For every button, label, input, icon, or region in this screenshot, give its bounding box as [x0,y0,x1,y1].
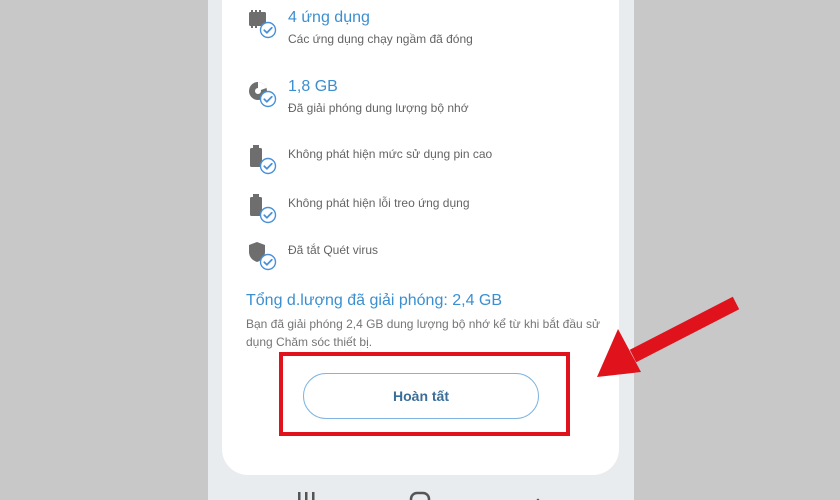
storage-pie-check-icon [249,81,277,108]
battery-check-icon [250,194,277,224]
summary-section: Tổng d.lượng đã giải phóng: 2,4 GB Bạn đ… [246,290,606,351]
recent-apps-icon[interactable] [298,492,315,500]
highlight-box [279,352,570,436]
item-subtitle: Đã giải phóng dung lượng bộ nhớ [288,101,469,115]
item-title: 1,8 GB [288,78,338,95]
item-text: Đã tắt Quét virus [288,243,379,257]
battery-check-icon [250,145,277,175]
item-title: 4 ứng dụng [288,9,370,26]
summary-title: Tổng d.lượng đã giải phóng: 2,4 GB [246,292,503,309]
navigation-bar [298,491,540,500]
home-icon[interactable] [409,491,431,500]
item-text: Không phát hiện mức sử dụng pin cao [288,147,493,161]
item-subtitle: Các ứng dụng chạy ngầm đã đóng [288,32,473,46]
shield-check-icon [249,242,277,271]
item-text: Không phát hiện lỗi treo ứng dụng [288,196,470,210]
red-arrow-icon [597,296,740,377]
memory-chip-check-icon [249,10,277,39]
summary-description: Bạn đã giải phóng 2,4 GB dung lượng bộ n… [246,317,601,349]
